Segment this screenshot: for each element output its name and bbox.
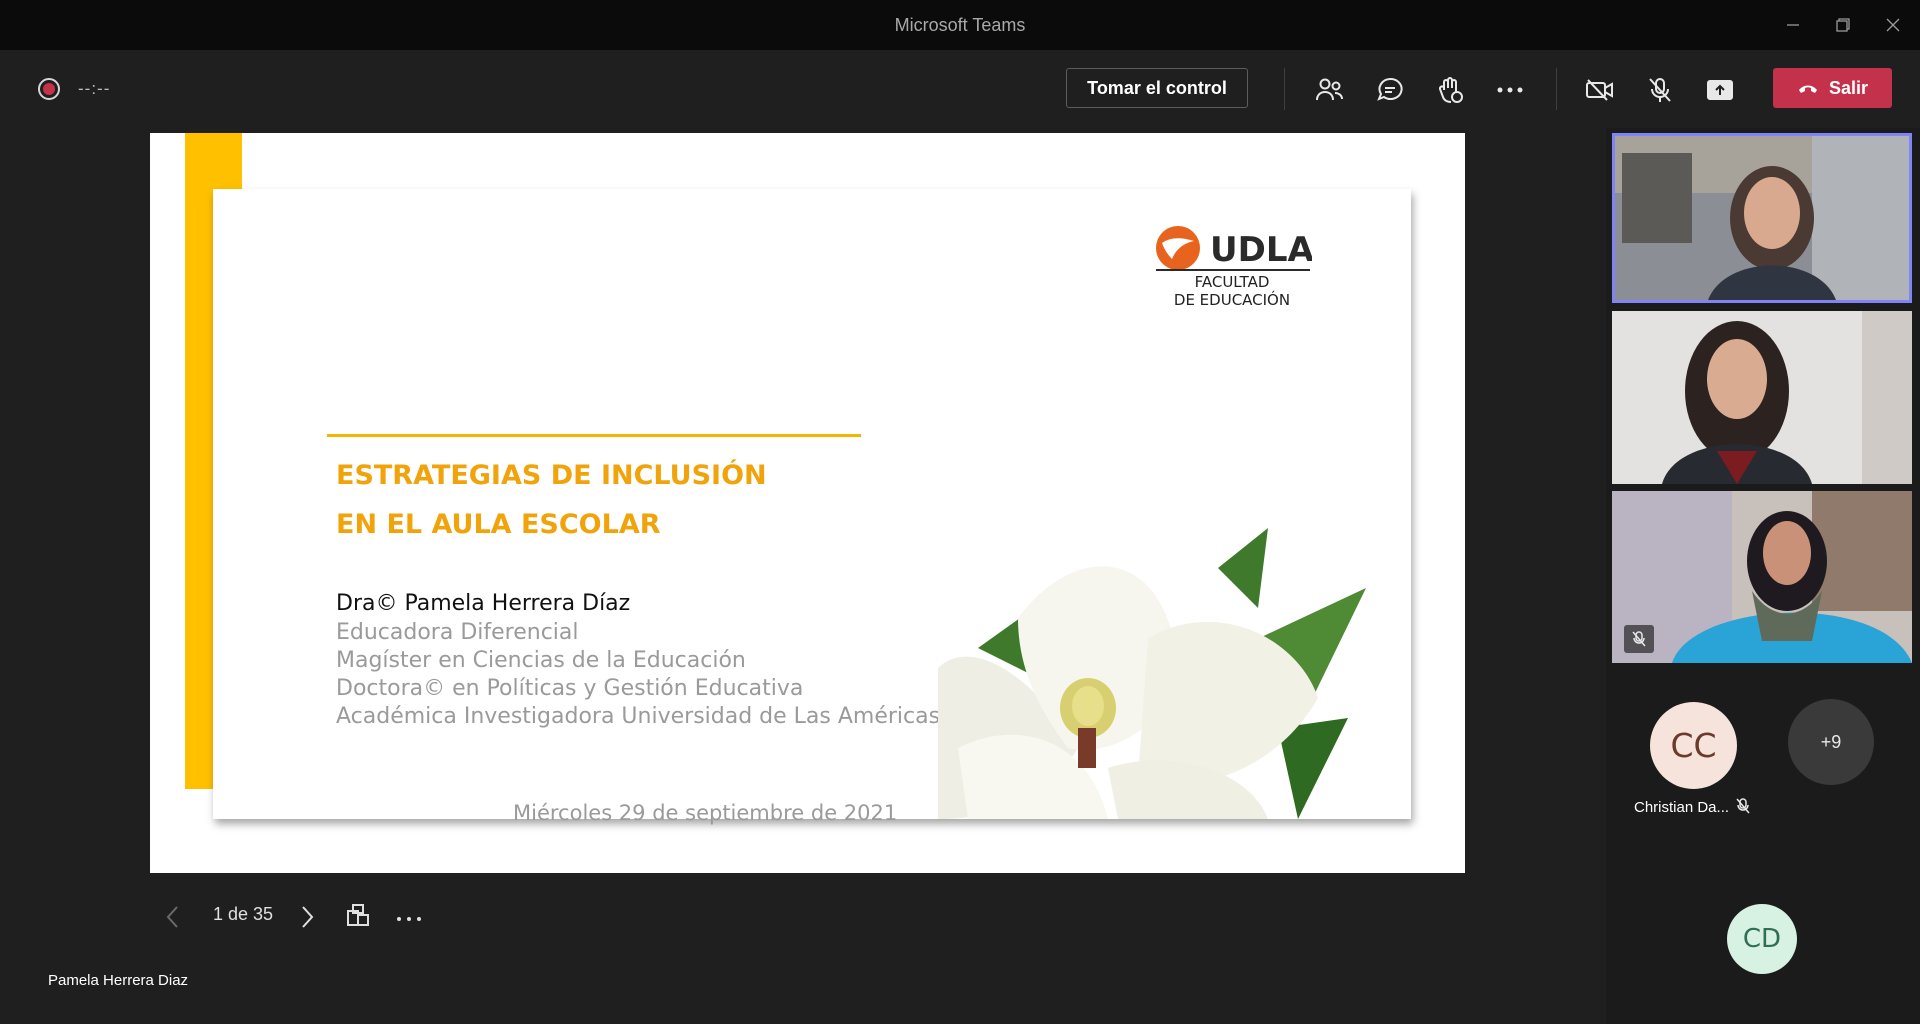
next-slide-button[interactable]	[297, 904, 317, 938]
close-window-button[interactable]	[1876, 10, 1910, 40]
toolbar-divider	[1284, 68, 1285, 110]
people-icon	[1316, 78, 1343, 101]
mic-off-icon	[1632, 631, 1646, 647]
slide-page-indicator: 1 de 35	[213, 904, 274, 924]
participant-video-image	[1612, 491, 1912, 663]
presenter-name-label: Pamela Herrera Diaz	[48, 972, 189, 989]
minimize-icon	[1787, 24, 1799, 26]
participants-button[interactable]	[1310, 70, 1350, 110]
slide-accent-block	[185, 133, 242, 189]
mic-off-icon	[1649, 78, 1671, 102]
meeting-timer: --:--	[78, 79, 111, 98]
participant-video-tile[interactable]	[1612, 491, 1912, 663]
slide-accent-stripe	[185, 189, 213, 789]
participant-video-tile[interactable]	[1612, 133, 1912, 303]
restore-icon	[1836, 18, 1850, 32]
magnolia-flower-image	[938, 528, 1366, 819]
credential-line: Educadora Diferencial	[336, 620, 579, 645]
mic-off-icon	[1736, 798, 1750, 814]
slide-accent-block	[185, 748, 213, 764]
participant-avatar[interactable]: CD	[1727, 904, 1797, 974]
more-icon	[397, 917, 421, 921]
participant-name-label: Christian Da...	[1634, 799, 1730, 816]
more-icon	[1497, 87, 1523, 93]
window-title: Microsoft Teams	[894, 15, 1026, 35]
udla-logo: UDLA FACULTAD DE EDUCACIÓN	[1152, 223, 1314, 318]
more-actions-button[interactable]	[1490, 70, 1530, 110]
restore-button[interactable]	[1826, 10, 1860, 40]
chevron-right-icon	[302, 906, 314, 928]
slide-grid-button[interactable]	[345, 902, 371, 936]
hang-up-icon	[1798, 85, 1817, 93]
slide-more-button[interactable]	[396, 910, 422, 944]
mic-toggle-button[interactable]	[1640, 70, 1680, 110]
credential-line: Doctora© en Políticas y Gestión Educativ…	[336, 676, 804, 701]
camera-off-icon	[1586, 79, 1613, 101]
credential-line: Magíster en Ciencias de la Educación	[336, 648, 746, 673]
shared-slide: ESTRATEGIAS DE INCLUSIÓN EN EL AULA ESCO…	[150, 133, 1465, 873]
close-icon	[1886, 18, 1900, 32]
title-bar: Microsoft Teams	[0, 0, 1920, 50]
participant-video-image	[1612, 311, 1912, 484]
title-rule	[327, 434, 861, 437]
take-control-button[interactable]: Tomar el control	[1066, 68, 1248, 108]
minimize-button[interactable]	[1776, 10, 1810, 40]
raise-hand-icon	[1438, 77, 1463, 103]
slide-title-line-2: EN EL AULA ESCOLAR	[336, 509, 661, 540]
share-screen-button[interactable]	[1700, 70, 1740, 110]
camera-toggle-button[interactable]	[1580, 70, 1620, 110]
chat-icon	[1377, 77, 1403, 101]
recording-indicator-icon	[38, 78, 60, 100]
participant-video-image	[1612, 133, 1912, 303]
share-icon	[1707, 80, 1733, 100]
credential-line: Académica Investigadora Universidad de L…	[336, 704, 941, 729]
leave-button[interactable]: Salir	[1773, 68, 1892, 108]
participant-video-tile[interactable]	[1612, 311, 1912, 484]
udla-logo-mark: UDLA	[1156, 226, 1314, 271]
participant-muted-indicator	[1735, 797, 1751, 820]
chat-button[interactable]	[1370, 70, 1410, 110]
slide-overview-icon	[347, 904, 369, 926]
slide-title-line-1: ESTRATEGIAS DE INCLUSIÓN	[336, 460, 767, 491]
more-participants-button[interactable]: +9	[1788, 699, 1874, 785]
chevron-left-icon	[166, 906, 178, 928]
participant-muted-indicator	[1624, 625, 1654, 653]
toolbar-divider	[1556, 68, 1557, 110]
slide-author: Dra© Pamela Herrera Díaz	[336, 591, 631, 616]
logo-faculty-line-2: DE EDUCACIÓN	[1173, 291, 1291, 309]
reactions-button[interactable]	[1430, 70, 1470, 110]
logo-brand-text: UDLA	[1210, 230, 1312, 270]
slide-date: Miércoles 29 de septiembre de 2021	[513, 801, 898, 825]
slide-title: ESTRATEGIAS DE INCLUSIÓN EN EL AULA ESCO…	[336, 451, 767, 549]
participant-avatar[interactable]: CC	[1650, 702, 1737, 789]
previous-slide-button[interactable]	[163, 904, 183, 938]
logo-faculty-line-1: FACULTAD	[1194, 273, 1270, 291]
leave-label: Salir	[1828, 77, 1869, 98]
meeting-toolbar: --:-- Tomar el control Salir	[0, 50, 1920, 128]
teams-meeting-window: Microsoft Teams --:-- Tomar el control S…	[0, 0, 1920, 1024]
